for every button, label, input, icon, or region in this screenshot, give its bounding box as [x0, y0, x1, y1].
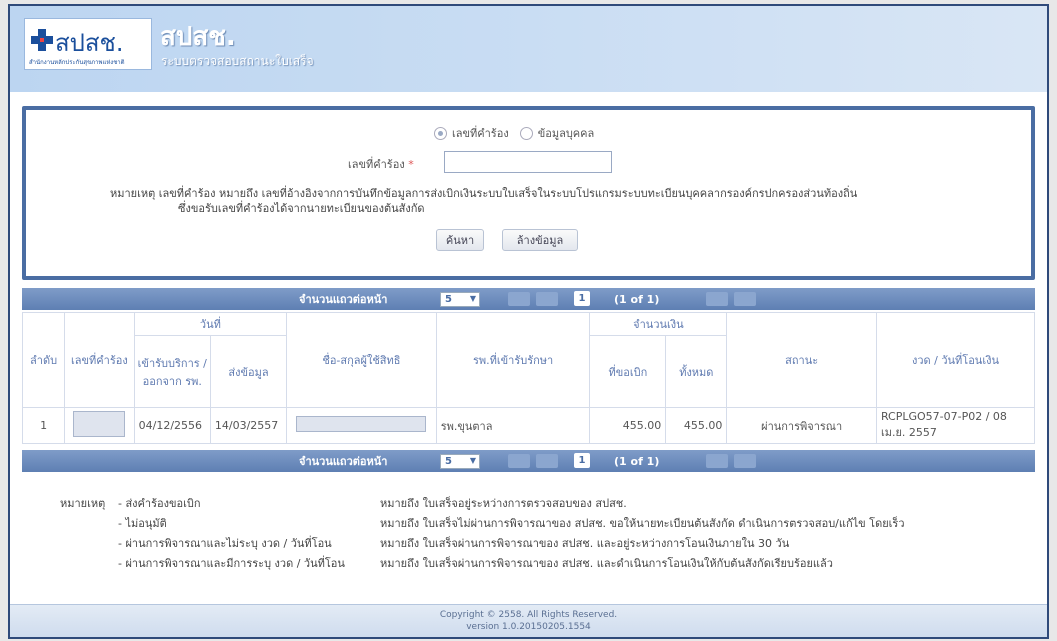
page-of-text: (1 of 1) [614, 454, 660, 468]
col-date-in: เข้ารับบริการ / ออกจาก รพ. [133, 335, 211, 408]
request-no-label: เลขที่คำร้อง * [348, 155, 414, 173]
cell-no: 1 [21, 407, 66, 444]
rows-per-page-value: 5 [445, 294, 452, 305]
legend-key: - ผ่านการพิจารณาและไม่ระบุ งวด / วันที่โ… [118, 537, 332, 550]
last-page-button[interactable] [734, 454, 756, 468]
prev-page-button[interactable] [536, 292, 558, 306]
rows-per-page-label: จำนวนแถวต่อหน้า [299, 455, 388, 468]
legend-key: - ส่งคำร้องขอเบิก [118, 497, 201, 510]
search-panel: เลขที่คำร้อง ข้อมูลบุคคล เลขที่คำร้อง * … [22, 106, 1035, 280]
chevron-down-icon: ▼ [469, 294, 476, 303]
prev-page-button[interactable] [536, 454, 558, 468]
request-no-label-text: เลขที่คำร้อง [348, 158, 405, 171]
next-page-button[interactable] [706, 454, 728, 468]
legend-desc: หมายถึง ใบเสร็จผ่านการพิจารณาของ สปสช. แ… [380, 537, 790, 550]
legend-key: - ผ่านการพิจารณาและมีการระบุ งวด / วันที… [118, 557, 345, 570]
current-page-button[interactable]: 1 [574, 291, 590, 306]
pager-bottom: จำนวนแถวต่อหน้า 5 ▼ 1 (1 of 1) [22, 450, 1035, 472]
app-subtitle: ระบบตรวจสอบสถานะใบเสร็จ [161, 54, 314, 68]
search-type-radio-group: เลขที่คำร้อง ข้อมูลบุคคล [434, 124, 594, 142]
nhso-logo: สปสช. สำนักงานหลักประกันสุขภาพแห่งชาติ [24, 18, 152, 70]
last-page-button[interactable] [734, 292, 756, 306]
clear-button[interactable]: ล้างข้อมูล [502, 229, 578, 251]
legend-desc: หมายถึง ใบเสร็จไม่ผ่านการพิจารณาของ สปสช… [380, 517, 905, 530]
rows-per-page-label: จำนวนแถวต่อหน้า [299, 293, 388, 306]
redacted-name [296, 416, 427, 432]
legend-title: หมายเหตุ [60, 497, 106, 510]
radio-personal[interactable] [519, 126, 533, 140]
cell-batch: RCPLGO57-07-P02 / 08 เม.ย. 2557 [875, 407, 1036, 444]
col-date-group: วันที่ [133, 312, 288, 336]
current-page-button[interactable]: 1 [574, 453, 590, 468]
page-footer: Copyright © 2558. All Rights Reserved. v… [10, 604, 1047, 637]
cell-date-sent: 14/03/2557 [209, 407, 288, 444]
col-request-no: เลขที่คำร้อง [64, 312, 135, 408]
col-date-sent: ส่งข้อมูล [209, 335, 288, 408]
cell-status: ผ่านการพิจารณา [726, 407, 877, 444]
search-button[interactable]: ค้นหา [436, 229, 484, 251]
cell-date-in: 04/12/2556 [133, 407, 211, 444]
logo-subtext: สำนักงานหลักประกันสุขภาพแห่งชาติ [29, 59, 125, 66]
redacted-request-no [73, 411, 126, 437]
page-frame: สปสช. สำนักงานหลักประกันสุขภาพแห่งชาติ ส… [8, 4, 1049, 639]
page-of-text: (1 of 1) [614, 292, 660, 306]
version-text: version 1.0.20150205.1554 [466, 622, 591, 632]
cell-request-no [64, 407, 135, 444]
results-table: ลำดับ เลขที่คำร้อง วันที่ ชื่อ-สกุลผู้ใช… [21, 312, 1036, 444]
col-claim: ที่ขอเบิก [589, 335, 667, 408]
col-status: สถานะ [726, 312, 877, 408]
required-mark: * [408, 158, 414, 171]
cell-total: 455.00 [665, 407, 728, 444]
pager-top: จำนวนแถวต่อหน้า 5 ▼ 1 (1 of 1) [22, 288, 1035, 310]
legend-desc: หมายถึง ใบเสร็จอยู่ระหว่างการตรวจสอบของ … [380, 497, 627, 510]
cell-hospital: รพ.ขุนตาล [435, 407, 591, 444]
rows-per-page-value: 5 [445, 456, 452, 467]
chevron-down-icon: ▼ [469, 456, 476, 465]
first-page-button[interactable] [508, 292, 530, 306]
radio-request-no[interactable] [434, 126, 447, 140]
col-no: ลำดับ [21, 312, 66, 408]
radio-personal-label[interactable]: ข้อมูลบุคคล [538, 124, 595, 142]
copyright-text: Copyright © 2558. All Rights Reserved. [439, 610, 618, 620]
rows-per-page-select[interactable]: 5 ▼ [440, 454, 480, 469]
table-row: 1 04/12/2556 14/03/2557 รพ.ขุนตาล 455.00… [21, 407, 1036, 444]
col-total: ทั้งหมด [665, 335, 728, 408]
radio-request-no-label[interactable]: เลขที่คำร้อง [452, 124, 509, 142]
first-page-button[interactable] [508, 454, 530, 468]
legend-key: - ไม่อนุมัติ [118, 517, 167, 530]
col-name: ชื่อ-สกุลผู้ใช้สิทธิ [286, 312, 437, 408]
legend-desc: หมายถึง ใบเสร็จผ่านการพิจารณาของ สปสช. แ… [380, 557, 833, 570]
col-amount-group: จำนวนเงิน [589, 312, 728, 336]
col-hospital: รพ.ที่เข้ารับรักษา [435, 312, 591, 408]
col-batch: งวด / วันที่โอนเงิน [875, 312, 1036, 408]
cell-name [286, 407, 437, 444]
plus-logo-icon [31, 29, 53, 51]
app-title: สปสช. [160, 22, 236, 52]
cell-claim: 455.00 [589, 407, 667, 444]
next-page-button[interactable] [706, 292, 728, 306]
search-note-line2: ซึ่งขอรับเลขที่คำร้องได้จากนายทะเบียนของ… [178, 202, 425, 215]
rows-per-page-select[interactable]: 5 ▼ [440, 292, 480, 307]
page-header: สปสช. สำนักงานหลักประกันสุขภาพแห่งชาติ ส… [10, 6, 1047, 92]
request-no-input[interactable] [444, 151, 612, 173]
